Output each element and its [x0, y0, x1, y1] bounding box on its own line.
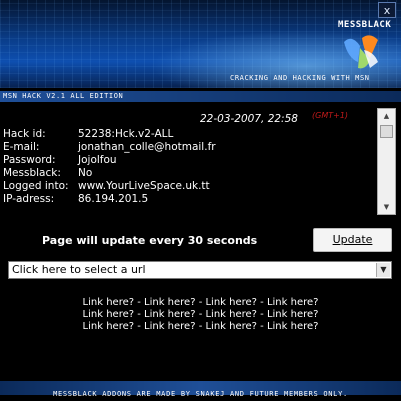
info-row-messblack: Messblack: No: [3, 167, 92, 179]
header-banner: x MESSBLACK CRACKING AND HACKING WITH MS…: [0, 0, 401, 88]
link-item[interactable]: Link here?: [83, 309, 135, 320]
link-item[interactable]: Link here?: [205, 309, 257, 320]
update-button-label: Update: [332, 233, 373, 246]
info-value: 86.194.201.5: [78, 193, 149, 205]
info-label: Hack id:: [3, 128, 46, 140]
brand-name: MESSBLACK: [338, 20, 392, 30]
edition-label: MSN HACK V2.1 ALL EDITION: [3, 92, 124, 100]
timezone-text: (GMT+1): [312, 111, 349, 120]
info-value: Jojolfou: [78, 154, 117, 166]
link-item[interactable]: Link here?: [144, 297, 196, 308]
info-label: Logged into:: [3, 180, 69, 192]
scroll-thumb[interactable]: [380, 125, 393, 138]
link-item[interactable]: Link here?: [205, 321, 257, 332]
info-row-email: E-mail: jonathan_colle@hotmail.fr: [3, 141, 216, 153]
link-item[interactable]: Link here?: [144, 309, 196, 320]
messblack-logo-icon: [344, 35, 378, 69]
info-label: E-mail:: [3, 141, 40, 153]
info-row-logged-into: Logged into: www.YourLiveSpace.uk.tt: [3, 180, 210, 192]
link-item[interactable]: Link here?: [267, 297, 319, 308]
info-label: Password:: [3, 154, 56, 166]
url-select-value: Click here to select a url: [12, 263, 146, 276]
info-panel: 22-03-2007, 22:58 (GMT+1) Hack id: 52238:…: [0, 106, 377, 214]
links-block: Link here? - Link here? - Link here? - L…: [0, 297, 401, 333]
link-item[interactable]: Link here?: [83, 297, 135, 308]
url-select-dropdown[interactable]: Click here to select a url ▼: [8, 261, 392, 279]
update-button[interactable]: Update: [313, 228, 392, 252]
info-value: No: [78, 167, 93, 179]
datetime-text: 22-03-2007, 22:58: [200, 113, 298, 125]
info-row-password: Password: Jojolfou: [3, 154, 117, 166]
info-label: IP-adress:: [3, 193, 55, 205]
link-row: Link here? - Link here? - Link here? - L…: [82, 309, 319, 320]
info-value: 52238:Hck.v2-ALL: [78, 128, 174, 140]
link-item[interactable]: Link here?: [267, 309, 319, 320]
scroll-up-arrow-icon[interactable]: ▲: [380, 110, 393, 122]
info-row-ip-address: IP-adress: 86.194.201.5: [3, 193, 148, 205]
link-item[interactable]: Link here?: [144, 321, 196, 332]
link-item[interactable]: Link here?: [83, 321, 135, 332]
info-scrollbar[interactable]: ▲ ▼: [377, 108, 396, 215]
link-row: Link here? - Link here? - Link here? - L…: [82, 321, 319, 332]
link-row: Link here? - Link here? - Link here? - L…: [82, 297, 319, 308]
dropdown-arrow-icon[interactable]: ▼: [376, 263, 390, 277]
info-label: Messblack:: [3, 167, 61, 179]
close-button[interactable]: x: [378, 2, 396, 18]
edition-bar: MSN HACK V2.1 ALL EDITION: [0, 91, 401, 102]
footer-bar: MESSBLACK ADDONS ARE MADE BY SNAKEJ AND …: [0, 381, 401, 398]
scroll-down-arrow-icon[interactable]: ▼: [380, 201, 393, 213]
info-row-hack-id: Hack id: 52238:Hck.v2-ALL: [3, 128, 173, 140]
header-tagline: CRACKING AND HACKING WITH MSN: [230, 74, 370, 82]
link-item[interactable]: Link here?: [267, 321, 319, 332]
footer-text: MESSBLACK ADDONS ARE MADE BY SNAKEJ AND …: [53, 390, 348, 398]
info-value: jonathan_colle@hotmail.fr: [78, 141, 216, 153]
info-value: www.YourLiveSpace.uk.tt: [78, 180, 210, 192]
update-message: Page will update every 30 seconds: [42, 234, 258, 247]
link-item[interactable]: Link here?: [205, 297, 257, 308]
